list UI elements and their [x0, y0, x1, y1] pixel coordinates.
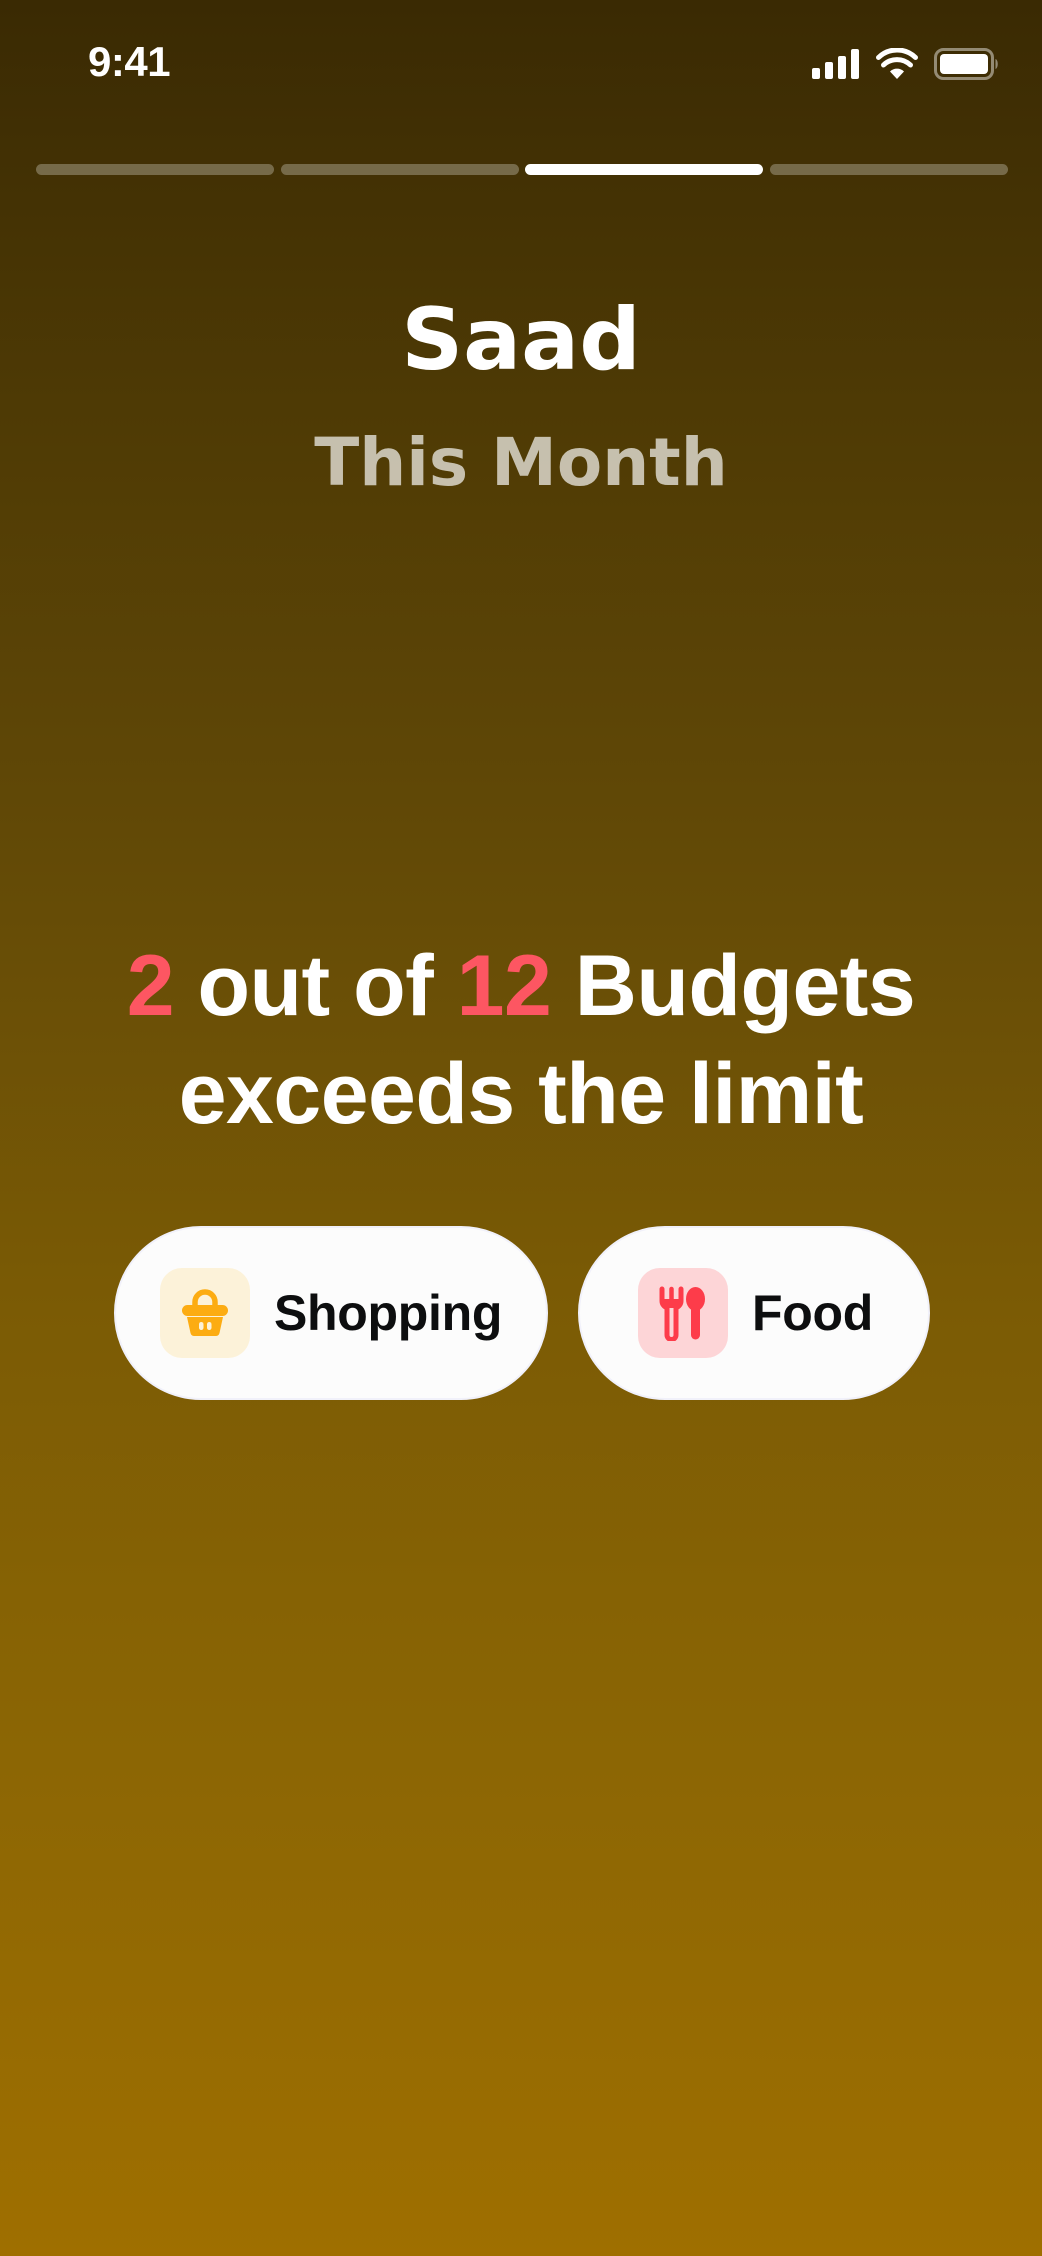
headline-line-2: exceeds the limit	[178, 1046, 864, 1142]
exceeded-count: 2	[126, 938, 175, 1034]
battery-icon	[934, 48, 998, 80]
total-count: 12	[456, 938, 552, 1034]
wifi-icon	[876, 48, 918, 79]
headline-out-of: out of	[197, 938, 434, 1034]
category-icon-box	[160, 1268, 250, 1358]
restaurant-icon	[659, 1286, 705, 1341]
progress-segment	[36, 164, 274, 175]
progress-segment	[280, 164, 519, 175]
shopping-basket-icon	[182, 1289, 228, 1337]
cellular-signal-icon	[812, 49, 859, 79]
category-label: Shopping	[274, 1285, 503, 1341]
headline-budgets: Budgets	[574, 938, 916, 1034]
headline-line-1: 2 out of 12 Budgets	[0, 932, 1042, 1040]
category-pill-shopping[interactable]: Shopping	[114, 1226, 548, 1400]
user-name: Saad	[401, 290, 641, 390]
category-label: Food	[752, 1285, 873, 1341]
status-bar: 9:41	[0, 0, 1042, 130]
progress-segment-active	[525, 164, 764, 175]
category-icon-box	[638, 1268, 728, 1358]
budget-summary-headline: 2 out of 12 Budgets exceeds the limit	[0, 932, 1042, 1148]
status-time: 9:41	[88, 38, 171, 85]
category-pill-food[interactable]: Food	[578, 1226, 930, 1400]
progress-segment	[769, 164, 1008, 175]
story-progress	[36, 164, 1008, 175]
story-screen[interactable]: 9:41 Saad This Month 2 out of 12 Budgets…	[0, 0, 1042, 2256]
period-label: This Month	[314, 424, 728, 501]
status-icons	[812, 44, 1000, 84]
